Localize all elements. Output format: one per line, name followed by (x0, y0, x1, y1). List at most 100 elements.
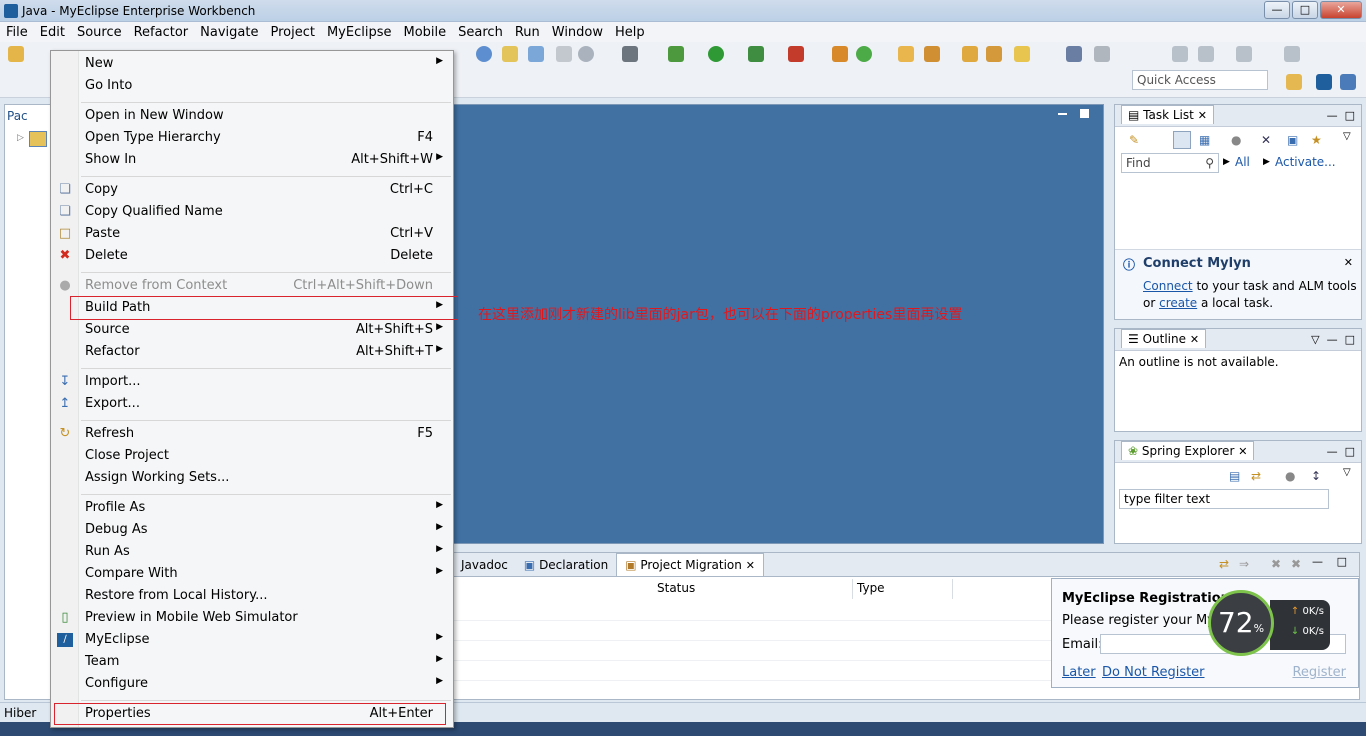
menu-item-run-as[interactable]: Run As ▶ (51, 541, 453, 563)
close-mylyn-icon[interactable]: ✕ (1344, 256, 1353, 269)
outline-minmax[interactable]: ▽ — □ (1311, 333, 1355, 346)
open-resource-icon[interactable] (986, 46, 1002, 62)
menu-item-open-type-hierarchy[interactable]: Open Type Hierarchy F4 (51, 127, 453, 149)
link-icon[interactable]: ⇒ (1239, 557, 1249, 571)
sync-tasks-icon[interactable]: ★ (1311, 133, 1322, 147)
minimize-button[interactable]: — (1264, 1, 1290, 19)
menu-item-show-in[interactable]: Show In Alt+Shift+W ▶ (51, 149, 453, 171)
menu-item-myeclipse[interactable]: ∕ MyEclipse ▶ (51, 629, 453, 651)
package-explorer-tab[interactable]: Pac (7, 109, 28, 123)
menu-item-preview-mobile[interactable]: ▯ Preview in Mobile Web Simulator (51, 607, 453, 629)
scheduled-icon[interactable]: ▦ (1199, 133, 1210, 147)
view-minimize-icon[interactable]: — (1312, 555, 1323, 568)
open-folder-icon[interactable] (502, 46, 518, 62)
project-folder-icon[interactable] (29, 131, 47, 147)
menu-navigate[interactable]: Navigate (194, 25, 264, 40)
menu-item-profile-as[interactable]: Profile As ▶ (51, 497, 453, 519)
close-spring-icon[interactable]: ✕ (1238, 445, 1247, 458)
menu-item-assign-working-sets[interactable]: Assign Working Sets... (51, 467, 453, 489)
pin-icon[interactable] (1066, 46, 1082, 62)
focus-icon[interactable]: ▣ (1287, 133, 1298, 147)
menu-item-remove-from-context[interactable]: ● Remove from Context Ctrl+Alt+Shift+Down (51, 275, 453, 297)
menu-window[interactable]: Window (546, 25, 609, 40)
view-maximize-icon[interactable]: □ (1337, 555, 1347, 568)
mylyn-connect-link[interactable]: Connect (1143, 279, 1193, 293)
sync-icon[interactable] (1014, 46, 1030, 62)
close-task-list-icon[interactable]: ✕ (1198, 109, 1207, 122)
filter-icon[interactable]: ● (1285, 469, 1295, 483)
remove-icon[interactable]: ✖ (1271, 557, 1281, 571)
menu-item-debug-as[interactable]: Debug As ▶ (51, 519, 453, 541)
refresh-migration-icon[interactable]: ⇄ (1219, 557, 1229, 571)
close-outline-icon[interactable]: ✕ (1190, 333, 1199, 346)
maximize-button[interactable]: □ (1292, 1, 1318, 19)
new-class-icon[interactable] (832, 46, 848, 62)
deploy-icon[interactable] (556, 46, 572, 62)
open-perspective-icon[interactable] (1286, 74, 1302, 90)
editor-minimize-icon[interactable] (1058, 113, 1067, 115)
close-button[interactable]: ✕ (1320, 1, 1362, 19)
menu-item-source[interactable]: Source Alt+Shift+S ▶ (51, 319, 453, 341)
categorized-icon[interactable] (1173, 131, 1191, 149)
link-editor-icon[interactable]: ⇄ (1251, 469, 1261, 483)
camera-icon[interactable] (622, 46, 638, 62)
debug-icon[interactable] (668, 46, 684, 62)
new-package-icon[interactable] (856, 46, 872, 62)
tree-expand-icon[interactable]: ▷ (17, 133, 24, 143)
hide-completed-icon[interactable]: ● (1231, 133, 1241, 147)
new-task-icon[interactable]: ✎ (1129, 133, 1139, 147)
server-icon[interactable] (528, 46, 544, 62)
sort-icon[interactable]: ↕ (1311, 469, 1321, 483)
open-task-icon[interactable] (962, 46, 978, 62)
later-link[interactable]: Later (1062, 665, 1096, 680)
menu-run[interactable]: Run (509, 25, 546, 40)
tab-outline[interactable]: ☰ Outline ✕ (1121, 329, 1207, 348)
task-find-input[interactable]: Find ⚲ (1121, 153, 1219, 173)
next-annotation-icon[interactable] (1094, 46, 1110, 62)
menu-item-delete[interactable]: ✖ Delete Delete (51, 245, 453, 267)
task-list-minmax[interactable]: — □ (1327, 109, 1355, 122)
forward-icon[interactable] (1236, 46, 1252, 62)
spring-filter-input[interactable]: type filter text (1119, 489, 1329, 509)
myeclipse-perspective-icon[interactable] (1316, 74, 1332, 90)
close-tab-icon[interactable]: ✕ (746, 559, 755, 572)
remove-all-icon[interactable]: ✖ (1291, 557, 1301, 571)
menu-refactor[interactable]: Refactor (128, 25, 195, 40)
all-link[interactable]: All (1235, 155, 1250, 169)
menu-project[interactable]: Project (264, 25, 320, 40)
network-speed-gadget[interactable]: ↑ 0K/s ↓ 0K/s 72% (1208, 590, 1338, 662)
globe-icon[interactable] (476, 46, 492, 62)
tab-javadoc[interactable]: Javadoc (453, 554, 516, 576)
menu-item-refactor[interactable]: Refactor Alt+Shift+T ▶ (51, 341, 453, 363)
collapse-icon[interactable]: ▤ (1229, 469, 1240, 483)
menu-item-paste[interactable]: □ Paste Ctrl+V (51, 223, 453, 245)
database-icon[interactable] (578, 46, 594, 62)
tab-declaration[interactable]: ▣ Declaration (516, 554, 616, 576)
menu-file[interactable]: File (0, 25, 34, 40)
menu-item-new[interactable]: New ▶ (51, 53, 453, 75)
menu-source[interactable]: Source (71, 25, 128, 40)
menu-item-open-new-window[interactable]: Open in New Window (51, 105, 453, 127)
back-icon[interactable] (1172, 46, 1188, 62)
java-perspective-icon[interactable] (1340, 74, 1356, 90)
new-wizard-icon[interactable] (8, 46, 24, 62)
spring-view-menu-icon[interactable]: ▽ (1343, 467, 1351, 478)
menu-help[interactable]: Help (609, 25, 651, 40)
quick-access-input[interactable]: Quick Access (1132, 70, 1268, 90)
column-type[interactable]: Type (853, 579, 953, 599)
run-icon[interactable] (708, 46, 724, 62)
menu-item-import[interactable]: ↧ Import... (51, 371, 453, 393)
column-status[interactable]: Status (653, 579, 853, 599)
menu-search[interactable]: Search (452, 25, 509, 40)
tab-task-list[interactable]: ▤ Task List ✕ (1121, 105, 1214, 124)
menu-mobile[interactable]: Mobile (397, 25, 452, 40)
editor-maximize-icon[interactable] (1080, 109, 1089, 118)
menu-item-go-into[interactable]: Go Into (51, 75, 453, 97)
menu-item-configure[interactable]: Configure ▶ (51, 673, 453, 695)
back-dropdown-icon[interactable] (1198, 46, 1214, 62)
tab-project-migration[interactable]: ▣ Project Migration ✕ (616, 553, 764, 576)
tab-spring-explorer[interactable]: ❀ Spring Explorer ✕ (1121, 441, 1255, 460)
external-tools-icon[interactable] (788, 46, 804, 62)
menu-item-refresh[interactable]: ↻ Refresh F5 (51, 423, 453, 445)
open-type-icon[interactable] (898, 46, 914, 62)
